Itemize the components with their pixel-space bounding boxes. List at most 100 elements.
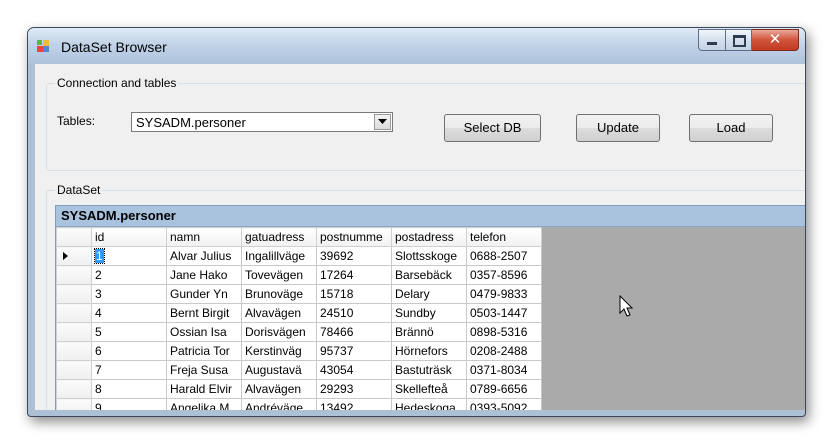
data-table[interactable]: id namn gatuadress postnumme postadress … — [56, 227, 542, 410]
row-header[interactable] — [56, 398, 92, 410]
table-row[interactable]: 4 Bernt Birgit Alvavägen 24510 Sundby 05… — [56, 303, 542, 323]
row-header[interactable] — [56, 284, 92, 304]
column-header-telefon[interactable]: telefon — [466, 227, 542, 247]
cell-namn[interactable]: Angelika M — [166, 398, 242, 410]
row-header[interactable] — [56, 265, 92, 285]
table-row[interactable]: 1 Alvar Julius Ingalillväge 39692 Slotts… — [56, 246, 542, 266]
table-row[interactable]: 3 Gunder Yn Brunoväge 15718 Delary 0479-… — [56, 284, 542, 304]
cell-telefon[interactable]: 0393-5092 — [466, 398, 542, 410]
tables-dropdown-button[interactable] — [374, 114, 391, 130]
cell-telefon[interactable]: 0503-1447 — [466, 303, 542, 323]
maximize-button[interactable] — [726, 29, 752, 51]
cell-namn[interactable]: Ossian Isa — [166, 322, 242, 342]
update-button[interactable]: Update — [576, 114, 660, 142]
cell-postadress[interactable]: Bastuträsk — [391, 360, 467, 380]
cell-gatuadress[interactable]: Ingalillväge — [241, 246, 317, 266]
tables-combobox[interactable]: SYSADM.personer — [131, 112, 393, 132]
cell-postnummer[interactable]: 17264 — [316, 265, 392, 285]
connection-group-label: Connection and tables — [55, 76, 179, 90]
cell-id[interactable]: 5 — [91, 322, 167, 342]
cell-telefon[interactable]: 0898-5316 — [466, 322, 542, 342]
cell-postnummer[interactable]: 95737 — [316, 341, 392, 361]
table-row[interactable]: 5 Ossian Isa Dorisvägen 78466 Brännö 089… — [56, 322, 542, 342]
grid-caption: SYSADM.personer — [56, 206, 805, 227]
cell-id[interactable]: 7 — [91, 360, 167, 380]
cell-id[interactable]: 1 — [91, 246, 167, 266]
column-header-gatuadress[interactable]: gatuadress — [241, 227, 317, 247]
cell-telefon[interactable]: 0371-8034 — [466, 360, 542, 380]
close-icon: ✕ — [768, 30, 782, 48]
cell-postadress[interactable]: Barsebäck — [391, 265, 467, 285]
table-row[interactable]: 6 Patricia Tor Kerstinväg 95737 Hörnefor… — [56, 341, 542, 361]
cell-gatuadress[interactable]: Alvavägen — [241, 379, 317, 399]
cell-namn[interactable]: Gunder Yn — [166, 284, 242, 304]
chevron-down-icon — [378, 119, 387, 124]
minimize-button[interactable] — [698, 29, 726, 51]
load-button[interactable]: Load — [689, 114, 773, 142]
cell-id[interactable]: 2 — [91, 265, 167, 285]
cell-telefon[interactable]: 0688-2507 — [466, 246, 542, 266]
cell-gatuadress[interactable]: Alvavägen — [241, 303, 317, 323]
cell-namn[interactable]: Harald Elvir — [166, 379, 242, 399]
cell-id[interactable]: 6 — [91, 341, 167, 361]
header-row: id namn gatuadress postnumme postadress … — [56, 227, 542, 247]
column-header-postnummer[interactable]: postnumme — [316, 227, 392, 247]
cell-postnummer[interactable]: 43054 — [316, 360, 392, 380]
cell-postnummer[interactable]: 15718 — [316, 284, 392, 304]
table-row[interactable]: 8 Harald Elvir Alvavägen 29293 Skellefte… — [56, 379, 542, 399]
mouse-cursor-icon — [619, 295, 634, 317]
data-grid[interactable]: SYSADM.personer id namn gatuadress postn… — [55, 205, 805, 410]
cell-postadress[interactable]: Delary — [391, 284, 467, 304]
row-header[interactable] — [56, 360, 92, 380]
row-header[interactable] — [56, 341, 92, 361]
cell-postadress[interactable]: Hörnefors — [391, 341, 467, 361]
maximize-icon — [733, 35, 746, 47]
cell-namn[interactable]: Jane Hako — [166, 265, 242, 285]
cell-id[interactable]: 3 — [91, 284, 167, 304]
cell-telefon[interactable]: 0479-9833 — [466, 284, 542, 304]
cell-postnummer[interactable]: 29293 — [316, 379, 392, 399]
cell-telefon[interactable]: 0357-8596 — [466, 265, 542, 285]
cell-postadress[interactable]: Brännö — [391, 322, 467, 342]
table-row[interactable]: 7 Freja Susa Augustavä 43054 Bastuträsk … — [56, 360, 542, 380]
cell-gatuadress[interactable]: Tovevägen — [241, 265, 317, 285]
cell-gatuadress[interactable]: Brunoväge — [241, 284, 317, 304]
cell-id[interactable]: 9 — [91, 398, 167, 410]
client-area: Connection and tables Tables: SYSADM.per… — [35, 64, 805, 410]
cell-telefon[interactable]: 0208-2488 — [466, 341, 542, 361]
column-header-postadress[interactable]: postadress — [391, 227, 467, 247]
app-icon — [37, 40, 51, 54]
cell-gatuadress[interactable]: Dorisvägen — [241, 322, 317, 342]
cell-namn[interactable]: Freja Susa — [166, 360, 242, 380]
cell-id[interactable]: 4 — [91, 303, 167, 323]
cell-postnummer[interactable]: 39692 — [316, 246, 392, 266]
cell-postnummer[interactable]: 24510 — [316, 303, 392, 323]
cell-telefon[interactable]: 0789-6656 — [466, 379, 542, 399]
title-bar[interactable]: DataSet Browser ✕ — [28, 28, 805, 64]
cell-postadress[interactable]: Slottsskoge — [391, 246, 467, 266]
row-header[interactable] — [56, 322, 92, 342]
cell-gatuadress[interactable]: Andréväge — [241, 398, 317, 410]
cell-postadress[interactable]: Sundby — [391, 303, 467, 323]
column-header-namn[interactable]: namn — [166, 227, 242, 247]
table-row[interactable]: 9 Angelika M Andréväge 13492 Hedeskoga 0… — [56, 398, 542, 410]
tables-label: Tables: — [57, 114, 96, 128]
cell-postadress[interactable]: Skellefteå — [391, 379, 467, 399]
row-header-corner[interactable] — [56, 227, 92, 247]
cell-id[interactable]: 8 — [91, 379, 167, 399]
table-row[interactable]: 2 Jane Hako Tovevägen 17264 Barsebäck 03… — [56, 265, 542, 285]
close-button[interactable]: ✕ — [752, 29, 799, 51]
cell-namn[interactable]: Bernt Birgit — [166, 303, 242, 323]
cell-gatuadress[interactable]: Kerstinväg — [241, 341, 317, 361]
cell-postnummer[interactable]: 78466 — [316, 322, 392, 342]
row-header[interactable] — [56, 246, 92, 266]
cell-namn[interactable]: Alvar Julius — [166, 246, 242, 266]
select-db-button[interactable]: Select DB — [444, 114, 541, 142]
cell-postnummer[interactable]: 13492 — [316, 398, 392, 410]
row-header[interactable] — [56, 303, 92, 323]
row-header[interactable] — [56, 379, 92, 399]
cell-namn[interactable]: Patricia Tor — [166, 341, 242, 361]
cell-gatuadress[interactable]: Augustavä — [241, 360, 317, 380]
column-header-id[interactable]: id — [91, 227, 167, 247]
cell-postadress[interactable]: Hedeskoga — [391, 398, 467, 410]
